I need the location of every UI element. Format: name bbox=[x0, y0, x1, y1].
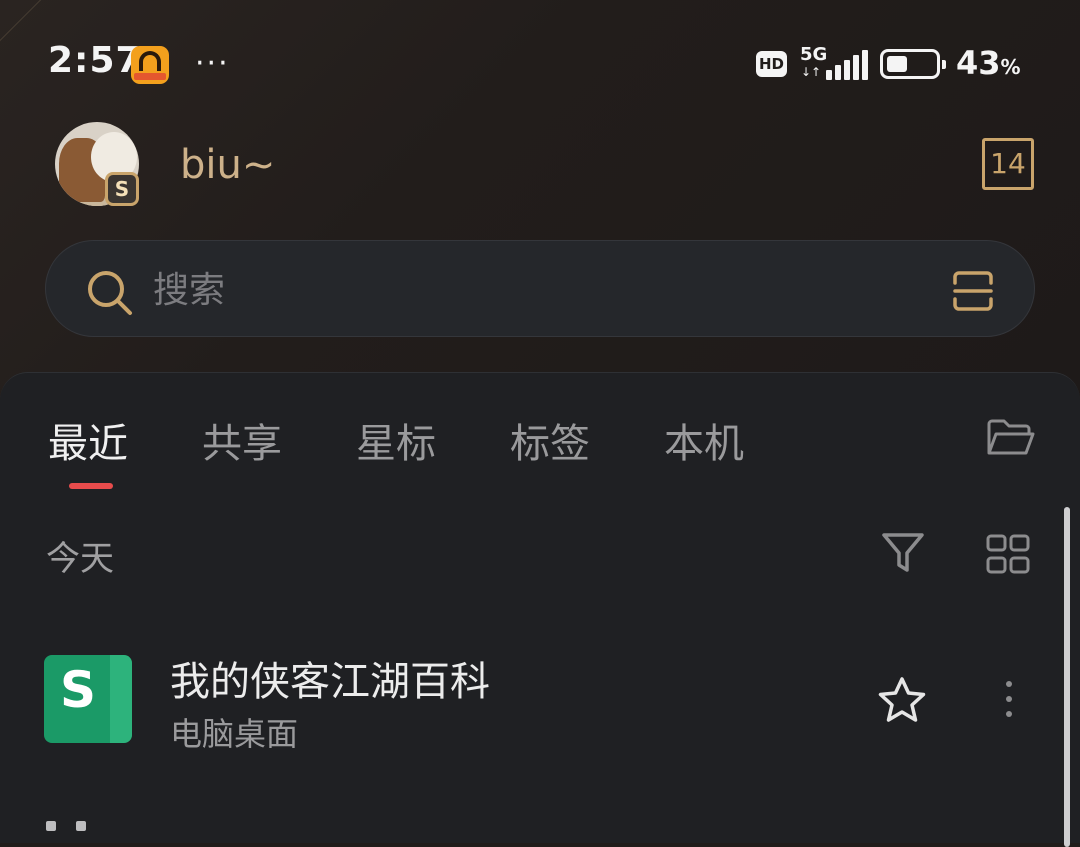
battery-level bbox=[887, 56, 907, 72]
active-tab-indicator bbox=[69, 483, 113, 489]
more-notifications-icon: ··· bbox=[195, 46, 230, 81]
file-location: 电脑桌面 bbox=[170, 715, 299, 753]
search-icon bbox=[88, 271, 132, 315]
tab-tags[interactable]: 标签 bbox=[510, 411, 590, 469]
tab-shared[interactable]: 共享 bbox=[202, 411, 282, 469]
scan-icon[interactable] bbox=[951, 269, 995, 313]
username[interactable]: biu~ bbox=[180, 142, 275, 188]
grid-view-icon[interactable] bbox=[986, 534, 1030, 574]
calendar-checkin-icon[interactable]: 14 bbox=[982, 138, 1034, 190]
search-input[interactable] bbox=[151, 261, 915, 319]
section-header-today: 今天 bbox=[46, 539, 114, 579]
tab-recent[interactable]: 最近 bbox=[48, 411, 128, 469]
scrollbar[interactable] bbox=[1064, 507, 1070, 847]
folder-icon[interactable] bbox=[986, 417, 1036, 459]
tab-starred[interactable]: 星标 bbox=[356, 411, 436, 469]
status-bar: 2:57 ··· HD 5G ↓↑ 43% bbox=[0, 0, 1080, 130]
membership-badge-icon: S bbox=[105, 172, 139, 206]
hd-voice-icon: HD bbox=[756, 51, 787, 77]
filter-icon[interactable] bbox=[880, 530, 926, 576]
more-options-icon[interactable] bbox=[1006, 681, 1012, 726]
app-notification-icon bbox=[131, 46, 169, 84]
signal-strength-icon bbox=[818, 50, 868, 80]
battery-icon bbox=[880, 49, 946, 79]
documents-panel: 最近 共享 星标 标签 本机 今天 S 我的侠客江湖百科 电脑桌面 bbox=[0, 372, 1080, 847]
battery-percent: 43% bbox=[956, 44, 1021, 82]
next-list-item-peek bbox=[46, 821, 86, 831]
status-time: 2:57 bbox=[48, 40, 142, 81]
file-title[interactable]: 我的侠客江湖百科 bbox=[170, 649, 490, 707]
spreadsheet-file-icon: S bbox=[44, 655, 132, 743]
tab-local[interactable]: 本机 bbox=[664, 411, 744, 469]
star-icon[interactable] bbox=[876, 675, 928, 725]
search-bar[interactable] bbox=[45, 240, 1035, 337]
